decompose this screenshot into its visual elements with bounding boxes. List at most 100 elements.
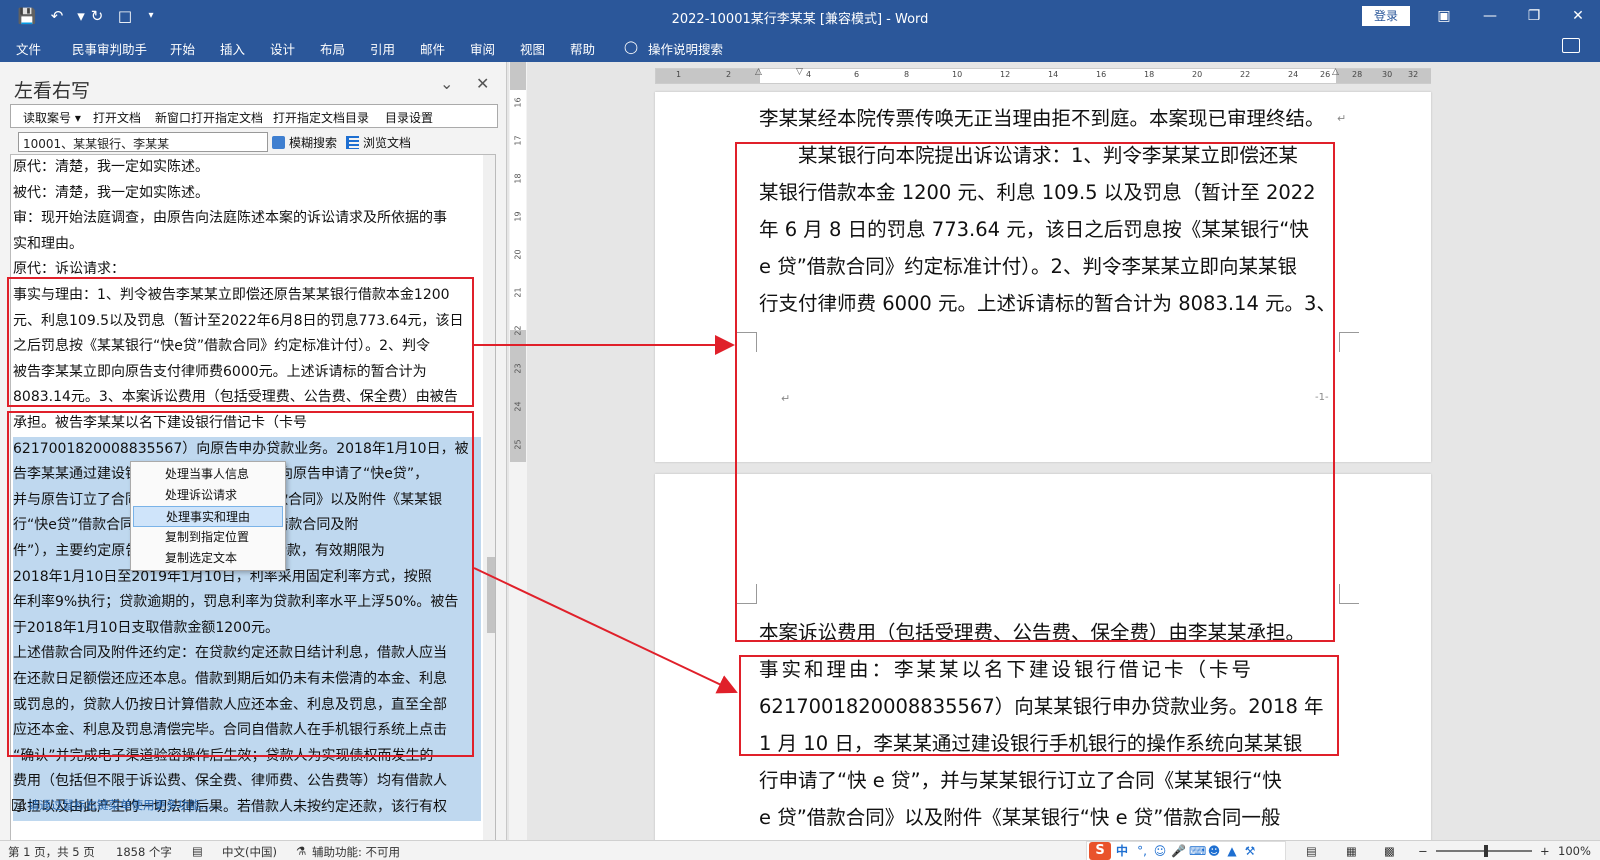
ruler-tick: 28 <box>1352 70 1363 79</box>
language-status[interactable]: 中文(中国) <box>222 844 277 860</box>
word-count[interactable]: 1858 个字 <box>116 844 172 860</box>
menu-copy-selection[interactable]: 复制选定文本 <box>133 548 283 569</box>
menu-review[interactable]: 审阅 <box>470 39 495 58</box>
usage-hint-text: 请通过鼠标右键菜单使用更多功能...... <box>28 798 223 812</box>
menu-mailings[interactable]: 邮件 <box>420 39 445 58</box>
menu-design[interactable]: 设计 <box>270 39 295 58</box>
zoom-in-icon[interactable]: + <box>1540 844 1550 858</box>
document-page-1[interactable]: 李某某经本院传票传唤无正当理由拒不到庭。本案现已审理终结。 ↵ 某某银行向本院提… <box>655 92 1431 462</box>
ruler-tick: 6 <box>854 70 860 79</box>
folder-settings-button[interactable]: 目录设置 <box>385 109 433 126</box>
window-title: 2022-10001某行李某某 [兼容模式] - Word <box>671 12 929 27</box>
selected-text-line: 在还款日足额偿还应还本息。借款到期后如仍未有未偿清的本金、利息 <box>13 667 481 693</box>
text-line: 被代：清楚，我一定如实陈述。 <box>13 184 209 201</box>
ruler-tick: 20 <box>1192 70 1203 79</box>
keyboard-icon[interactable]: ⌨ <box>1189 843 1206 859</box>
menu-process-facts-reasons[interactable]: 处理事实和理由 <box>133 506 283 527</box>
login-button[interactable]: 登录 <box>1362 6 1410 26</box>
doc-paragraph-line: 1 月 10 日，李某某通过建设银行手机银行的操作系统向某某银 <box>759 732 1303 755</box>
text-line: 之后罚息按《某某银行“快e贷”借款合同》约定标准计付）。2、判令 <box>13 338 431 355</box>
open-in-new-window-button[interactable]: 新窗口打开指定文档 <box>155 109 263 126</box>
ruler-tick: 20 <box>513 249 523 260</box>
ruler-tick: 24 <box>513 401 523 412</box>
menu-help[interactable]: 帮助 <box>570 39 595 58</box>
zoom-slider-thumb[interactable] <box>1484 845 1488 857</box>
text-line: 被告李某某立即向原告支付律师费6000元。上述诉请标的暂合计为 <box>13 363 427 380</box>
page-count[interactable]: 第 1 页，共 5 页 <box>8 844 95 860</box>
open-document-folder-button[interactable]: 打开指定文档目录 <box>273 109 369 126</box>
punctuation-icon[interactable]: °, <box>1135 843 1149 859</box>
restore-icon[interactable]: ❐ <box>1512 4 1556 28</box>
book-icon <box>12 799 24 811</box>
menu-copy-to-position[interactable]: 复制到指定位置 <box>133 527 283 548</box>
comments-icon[interactable] <box>1562 38 1580 53</box>
ruler-left-margin <box>656 69 760 83</box>
menu-home[interactable]: 开始 <box>170 39 195 58</box>
pane-toolbar: 读取案号 ▾ 打开文档 新窗口打开指定文档 打开指定文档目录 目录设置 <box>10 104 498 128</box>
text-line: 原代：清楚，我一定如实陈述。 <box>13 159 209 175</box>
menu-civil-trial-assistant[interactable]: 民事审判助手 <box>72 39 147 58</box>
accessibility-icon: ⚗ <box>296 844 307 858</box>
ribbon-display-options-icon[interactable]: ▣ <box>1422 4 1466 28</box>
indent-marker-icon[interactable]: △ <box>755 67 762 77</box>
emoji-icon[interactable]: ☺ <box>1153 843 1167 859</box>
zoom-out-icon[interactable]: − <box>1418 844 1428 858</box>
minimize-icon[interactable]: — <box>1468 4 1512 28</box>
text-scrollbar[interactable] <box>483 155 495 855</box>
ruler-tick: 17 <box>513 135 523 146</box>
close-icon[interactable]: ✕ <box>1556 4 1600 28</box>
text-line: 承担。被告李某某以名下建设银行借记卡（卡号 <box>13 415 307 431</box>
menu-file[interactable]: 文件 <box>16 39 41 58</box>
microphone-icon[interactable]: 🎤 <box>1171 843 1186 859</box>
menu-references[interactable]: 引用 <box>370 39 395 58</box>
ruler-tick: 16 <box>513 97 523 108</box>
read-mode-icon[interactable]: ▤ <box>1306 844 1317 858</box>
browse-document-label: 浏览文档 <box>363 136 412 150</box>
sogou-logo-icon[interactable]: S <box>1089 842 1111 860</box>
case-number-input[interactable]: 10001、某某银行、李某某 <box>18 132 268 152</box>
tell-me-search[interactable]: 操作说明搜索 <box>648 39 723 58</box>
ruler-tick: 26 <box>1320 70 1331 79</box>
text-scrollbar-thumb[interactable] <box>487 557 495 633</box>
doc-paragraph-line: e 贷”借款合同》约定标准计付）。2、判令李某某立即向某某银 <box>759 255 1297 278</box>
user-icon[interactable]: ☻ <box>1207 843 1221 859</box>
ime-mode-indicator[interactable]: 中 <box>1115 843 1129 859</box>
browse-document-button[interactable]: 浏览文档 <box>346 134 411 151</box>
first-line-indent-icon[interactable]: ▽ <box>796 67 803 77</box>
fuzzy-search-label: 模糊搜索 <box>289 136 338 150</box>
zoom-level[interactable]: 100% <box>1558 844 1591 858</box>
margin-corner-mark <box>1339 584 1359 604</box>
menu-process-claims[interactable]: 处理诉讼请求 <box>133 485 283 506</box>
selected-text-line: “确认”并完成电子渠道验密操作后生效；贷款人为实现债权而发生的 <box>13 743 481 770</box>
right-indent-icon[interactable]: △ <box>1332 67 1339 77</box>
proofing-icon[interactable]: ▤ <box>192 844 203 858</box>
doc-paragraph-line: 年 6 月 8 日的罚息 773.64 元，该日之后罚息按《某某银行“快 <box>759 218 1309 241</box>
wrench-icon[interactable]: ⚒ <box>1243 843 1257 859</box>
print-layout-icon[interactable]: ▦ <box>1346 844 1357 858</box>
doc-paragraph-line: 行支付律师费 6000 元。上述诉请标的暂合计为 8083.14 元。3、 <box>759 292 1336 315</box>
web-layout-icon[interactable]: ▩ <box>1384 844 1395 858</box>
open-document-button[interactable]: 打开文档 <box>93 109 141 126</box>
close-pane-icon[interactable]: ✕ <box>476 74 489 93</box>
input-method-toolbar[interactable]: S 中 °, ☺ 🎤 ⌨ ☻ ▲ ⚒ <box>1086 841 1286 860</box>
document-page-2[interactable]: 本案诉讼费用（包括受理费、公告费、保全费）由李某某承担。 事实和理由：李某某以名… <box>655 474 1431 840</box>
shirt-icon[interactable]: ▲ <box>1225 843 1239 859</box>
fuzzy-search-button[interactable]: 模糊搜索 <box>272 134 337 151</box>
ruler-tick: 22 <box>513 325 523 336</box>
chevron-down-icon[interactable]: ⌄ <box>440 74 453 93</box>
pane-title: 左看右写 <box>14 80 91 102</box>
menu-layout[interactable]: 布局 <box>320 39 345 58</box>
document-area[interactable]: △ ▽ △ 1 2 4 6 8 10 12 14 16 18 20 22 24 … <box>527 62 1600 840</box>
read-case-number-label: 读取案号 <box>23 111 72 125</box>
menu-process-party-info[interactable]: 处理当事人信息 <box>133 464 283 485</box>
page-number: -1- <box>1315 392 1329 403</box>
menu-insert[interactable]: 插入 <box>220 39 245 58</box>
selected-text-line: 或罚息的，贷款人仍按日计算借款人应还本金、利息及罚息，直至全部 <box>13 692 481 719</box>
accessibility-status[interactable]: 辅助功能: 不可用 <box>312 844 400 860</box>
vertical-ruler-margin <box>510 62 526 90</box>
read-case-number-button[interactable]: 读取案号 ▾ <box>23 109 81 126</box>
menu-view[interactable]: 视图 <box>520 39 545 58</box>
ruler-tick: 21 <box>513 287 523 298</box>
ruler-tick: 1 <box>676 70 682 79</box>
ruler-tick: 16 <box>1096 70 1107 79</box>
